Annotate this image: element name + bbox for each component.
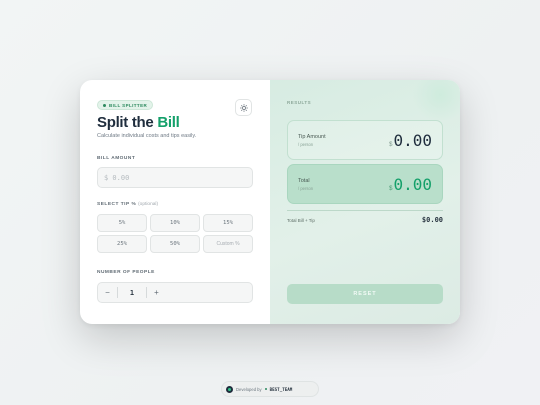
results-label: RESULTS	[287, 100, 312, 105]
bill-summary: Total Bill + Tip $0.00	[287, 210, 443, 224]
tip-option-5[interactable]: 5%	[97, 214, 147, 232]
bill-splitter-card: BILL SPLITTER Split the Bill Calculate i…	[80, 80, 460, 324]
total-text: Total / person	[298, 178, 313, 191]
total-currency: $	[389, 185, 393, 192]
theme-toggle-button[interactable]	[235, 99, 252, 116]
tip-option-10[interactable]: 10%	[150, 214, 200, 232]
tip-amount-text: Tip Amount / person	[298, 134, 326, 147]
title-accent: Bill	[157, 114, 180, 131]
tip-optional-text: (optional)	[138, 202, 159, 207]
input-panel: BILL SPLITTER Split the Bill Calculate i…	[80, 80, 270, 324]
title-main: Split the	[97, 114, 158, 131]
tip-option-25[interactable]: 25%	[97, 235, 147, 253]
summary-label: Total Bill + Tip	[287, 217, 315, 223]
tip-options: 5% 10% 15% 25% 50% Custom %	[97, 214, 253, 253]
badge-label: BILL SPLITTER	[109, 102, 148, 108]
people-stepper: − 1 +	[97, 282, 253, 303]
tip-amount-per-person: / person	[298, 141, 314, 147]
results-panel: RESULTS Tip Amount / person $ 0.00 Total…	[270, 80, 460, 324]
tip-amount-card: Tip Amount / person $ 0.00	[287, 120, 443, 160]
page-subtitle: Calculate individual costs and tips easi…	[97, 133, 197, 139]
increment-button[interactable]: +	[147, 283, 166, 302]
people-label: NUMBER OF PEOPLE	[97, 270, 155, 275]
credit-prefix: Developed by	[236, 386, 262, 392]
tip-currency: $	[389, 141, 393, 148]
tip-label-text: SELECT TIP %	[97, 202, 137, 207]
total-per-person: / person	[298, 185, 314, 191]
bill-amount-input[interactable]	[97, 167, 253, 188]
tip-amount-label: Tip Amount	[298, 133, 326, 140]
custom-tip-input[interactable]: Custom %	[203, 235, 253, 253]
developer-credit[interactable]: Developed by BEST_TEAM	[221, 381, 319, 397]
people-count[interactable]: 1	[118, 289, 146, 297]
decrement-button[interactable]: −	[98, 283, 117, 302]
tip-option-50[interactable]: 50%	[150, 235, 200, 253]
app-badge: BILL SPLITTER	[97, 100, 154, 110]
total-label: Total	[298, 177, 310, 184]
page-title: Split the Bill	[97, 114, 180, 131]
summary-value: $0.00	[421, 216, 443, 224]
total-value: $ 0.00	[389, 175, 432, 194]
reset-button[interactable]: RESET	[287, 284, 443, 304]
tip-label: SELECT TIP % (optional)	[97, 202, 158, 207]
total-number: 0.00	[393, 174, 432, 194]
tip-amount-number: 0.00	[393, 130, 432, 150]
total-card: Total / person $ 0.00	[287, 164, 443, 204]
tip-amount-value: $ 0.00	[389, 131, 432, 150]
developer-handle: BEST_TEAM	[269, 386, 293, 392]
developer-logo-icon	[226, 385, 233, 393]
credit-dot-icon	[264, 388, 267, 390]
sun-icon	[239, 103, 248, 112]
bill-amount-label: BILL AMOUNT	[97, 156, 136, 161]
badge-dot-icon	[103, 103, 106, 107]
tip-option-15[interactable]: 15%	[203, 214, 253, 232]
